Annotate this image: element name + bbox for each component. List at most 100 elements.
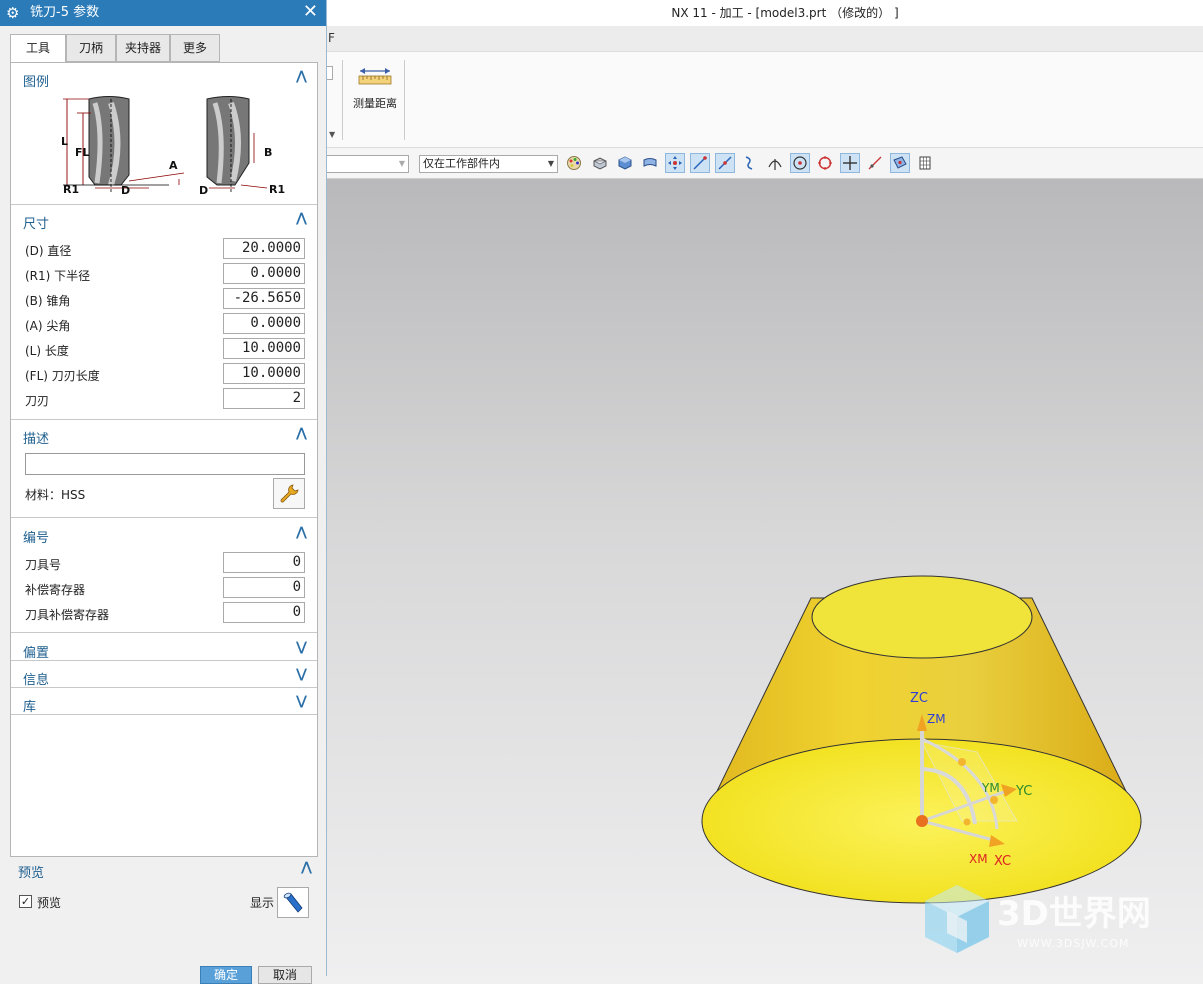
- flutes-field[interactable]: 2: [223, 388, 305, 409]
- material-select-button[interactable]: [273, 478, 305, 509]
- grid-icon[interactable]: [915, 153, 935, 173]
- numbering-section-header[interactable]: 编号 ⋀: [11, 522, 317, 548]
- offset-section-title: 偏置: [23, 646, 50, 661]
- intersection-point-icon[interactable]: [765, 153, 785, 173]
- color-palette-icon[interactable]: [564, 153, 584, 173]
- taper-angle-field[interactable]: -26.5650: [223, 288, 305, 309]
- point-on-curve-icon[interactable]: [865, 153, 885, 173]
- chevron-up-icon: ⋀: [296, 211, 307, 226]
- dimensions-section-title: 尺寸: [23, 217, 50, 232]
- ribbon-tab-fragment[interactable]: F: [328, 31, 335, 45]
- cancel-button[interactable]: 取消: [258, 966, 312, 984]
- length-field[interactable]: 10.0000: [223, 338, 305, 359]
- legend-label-b: B: [264, 146, 272, 159]
- tool-number-label: 刀具号: [25, 558, 62, 572]
- wrench-icon: [280, 484, 299, 502]
- graphics-viewport[interactable]: ZC ZM YM YC XM XC 3D世界网 WWW.3DSJW.COM: [327, 179, 1203, 976]
- ribbon: ▼ 测量距离: [325, 52, 1203, 148]
- section-divider: [11, 517, 317, 518]
- midpoint-icon[interactable]: [715, 153, 735, 173]
- close-icon[interactable]: ✕: [303, 0, 318, 25]
- ok-button[interactable]: 确定: [200, 966, 252, 984]
- measure-distance-label: 测量距离: [353, 97, 397, 110]
- measure-distance-button[interactable]: 测量距离: [349, 66, 401, 116]
- chevron-up-icon: ⋀: [296, 426, 307, 441]
- gear-icon: ⚙: [6, 4, 20, 22]
- tab-tool[interactable]: 工具: [10, 34, 66, 63]
- chevron-down-icon: ⋁: [296, 640, 307, 655]
- diameter-field[interactable]: 20.0000: [223, 238, 305, 259]
- lower-radius-field[interactable]: 0.0000: [223, 263, 305, 284]
- length-label: (L) 长度: [25, 344, 69, 358]
- taper-angle-label: (B) 锥角: [25, 294, 71, 308]
- ym-axis-label: YM: [981, 781, 1000, 795]
- flute-length-field[interactable]: 10.0000: [223, 363, 305, 384]
- preview-checkbox-label: 预览: [37, 896, 62, 910]
- legend-section-header[interactable]: 图例 ⋀: [11, 66, 317, 92]
- legend-label-l: L: [61, 135, 68, 148]
- legend-label-r1-right: R1: [269, 183, 285, 196]
- zm-axis-label: ZM: [927, 712, 946, 726]
- legend-label-r1-left: R1: [63, 183, 79, 196]
- tab-shank[interactable]: 刀柄: [66, 34, 116, 62]
- select-all-icon[interactable]: [665, 153, 685, 173]
- adjust-register-field[interactable]: 0: [223, 577, 305, 598]
- preview-section-title: 预览: [18, 866, 45, 881]
- chevron-down-icon: ▼: [547, 159, 554, 168]
- section-divider: [11, 419, 317, 420]
- tool-number-field[interactable]: 0: [223, 552, 305, 573]
- preview-section-header[interactable]: 预览 ⋀: [10, 858, 318, 884]
- tab-more[interactable]: 更多: [170, 34, 220, 62]
- library-section-title: 库: [23, 700, 37, 715]
- cutcom-register-field[interactable]: 0: [223, 602, 305, 623]
- chevron-down-icon: ⋁: [296, 694, 307, 709]
- chevron-down-icon: ⋁: [296, 667, 307, 682]
- ribbon-group-caret-icon[interactable]: ▼: [329, 130, 335, 139]
- curve-point-icon[interactable]: [690, 153, 710, 173]
- diameter-label: (D) 直径: [25, 244, 72, 258]
- selection-filter-bar: ▼ 仅在工作部件内 ▼: [327, 148, 1203, 179]
- info-section-title: 信息: [23, 673, 50, 688]
- existing-point-icon[interactable]: [840, 153, 860, 173]
- solid-body-icon[interactable]: [615, 153, 635, 173]
- show-label: 显示: [250, 896, 275, 910]
- point-on-face-icon[interactable]: [890, 153, 910, 173]
- tab-holder[interactable]: 夹持器: [116, 34, 170, 62]
- chevron-up-icon: ⋀: [301, 860, 312, 875]
- preview-section: ✓ 预览 显示: [10, 884, 318, 950]
- quadrant-point-icon[interactable]: [815, 153, 835, 173]
- description-section-header[interactable]: 描述 ⋀: [11, 423, 317, 449]
- frustum-top-face[interactable]: [811, 575, 1033, 659]
- flute-length-label: (FL) 刀刃长度: [25, 369, 100, 383]
- description-input[interactable]: [25, 453, 305, 475]
- dimensions-section-header[interactable]: 尺寸 ⋀: [11, 208, 317, 234]
- tip-angle-label: (A) 尖角: [25, 319, 71, 333]
- window-title: NX 11 - 加工 - [model3.prt （修改的） ]: [327, 0, 1203, 26]
- numbering-section-title: 编号: [23, 531, 50, 546]
- scope-filter-select[interactable]: 仅在工作部件内 ▼: [419, 155, 558, 173]
- zc-axis-label: ZC: [910, 691, 928, 706]
- ruler-icon: [358, 68, 392, 85]
- tip-angle-field[interactable]: 0.0000: [223, 313, 305, 334]
- legend-section-title: 图例: [23, 75, 50, 90]
- section-divider: [11, 687, 317, 688]
- section-divider: [11, 204, 317, 205]
- xc-axis-label: XC: [994, 854, 1011, 869]
- type-filter-select[interactable]: ▼: [327, 155, 409, 173]
- ribbon-tab-bar: F: [327, 26, 1203, 52]
- chevron-up-icon: ⋀: [296, 525, 307, 540]
- shaded-solid-icon[interactable]: [590, 153, 610, 173]
- control-point-icon[interactable]: [740, 153, 760, 173]
- chevron-up-icon: ⋀: [296, 69, 307, 84]
- dialog-title-bar[interactable]: ⚙ 铣刀-5 参数 ✕: [0, 0, 326, 26]
- watermark-logo: 3D世界网 WWW.3DSJW.COM: [925, 885, 1151, 953]
- show-tool-button[interactable]: [277, 887, 309, 918]
- arc-center-icon[interactable]: [790, 153, 810, 173]
- yc-axis-label: YC: [1015, 784, 1032, 799]
- preview-checkbox[interactable]: ✓: [19, 895, 32, 908]
- sheet-body-icon[interactable]: [640, 153, 660, 173]
- watermark-brand: 3D世界网: [997, 894, 1151, 934]
- scope-filter-value: 仅在工作部件内: [423, 157, 500, 170]
- model-scene: ZC ZM YM YC XM XC: [701, 575, 1142, 904]
- legend-label-d-right: D: [199, 184, 208, 197]
